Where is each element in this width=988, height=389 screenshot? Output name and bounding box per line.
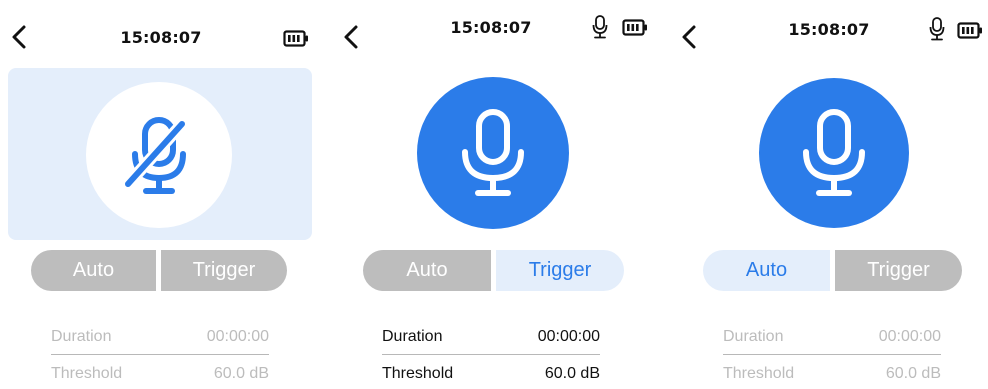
threshold-value: 60.0 dB [885, 365, 941, 382]
mic-status-card [8, 68, 312, 240]
mode-segmented-control: Auto Trigger [363, 250, 624, 291]
mic-record-button[interactable] [759, 78, 909, 228]
mic-record-button[interactable] [417, 77, 569, 229]
duration-row: Duration 00:00:00 [723, 328, 941, 355]
battery-icon [283, 30, 308, 47]
back-arrow-icon[interactable] [10, 24, 28, 50]
mic-icon [592, 15, 608, 39]
duration-label: Duration [723, 328, 784, 345]
mic-icon [803, 109, 865, 196]
threshold-value: 60.0 dB [213, 365, 269, 382]
auto-mode-button[interactable]: Auto [363, 250, 491, 291]
threshold-label: Threshold [382, 365, 454, 382]
duration-value: 00:00:00 [537, 328, 600, 345]
auto-mode-button[interactable]: Auto [703, 250, 830, 291]
recorder-screen-muted: 15:08:07 Auto Trigger Duration 00:00:00 [0, 0, 330, 383]
threshold-label: Threshold [51, 365, 123, 382]
recorder-screen-auto: 15:08:07 Auto Trigger Duration 00:00:00 … [666, 0, 988, 383]
threshold-label: Threshold [723, 365, 795, 382]
status-time: 15:08:07 [450, 18, 532, 37]
back-arrow-icon[interactable] [342, 24, 360, 50]
duration-row: Duration 00:00:00 [51, 328, 269, 355]
status-time: 15:08:07 [788, 20, 870, 39]
trigger-mode-button[interactable]: Trigger [161, 250, 287, 291]
threshold-value: 60.0 dB [544, 365, 600, 382]
mic-icon [929, 17, 945, 41]
status-time: 15:08:07 [120, 28, 202, 47]
recording-stats: Duration 00:00:00 Threshold 60.0 dB [382, 328, 600, 389]
back-arrow-icon[interactable] [680, 24, 698, 50]
mic-off-icon [122, 117, 188, 194]
mode-segmented-control: Auto Trigger [703, 250, 962, 291]
trigger-mode-button[interactable]: Trigger [835, 250, 962, 291]
duration-label: Duration [51, 328, 112, 345]
recording-stats: Duration 00:00:00 Threshold 60.0 dB [723, 328, 941, 389]
auto-mode-button[interactable]: Auto [31, 250, 156, 291]
threshold-row: Threshold 60.0 dB [51, 365, 269, 389]
recording-stats: Duration 00:00:00 Threshold 60.0 dB [51, 328, 269, 389]
battery-icon [622, 19, 647, 36]
threshold-row: Threshold 60.0 dB [382, 365, 600, 389]
duration-label: Duration [382, 328, 443, 345]
battery-icon [957, 22, 982, 39]
threshold-row: Threshold 60.0 dB [723, 365, 941, 389]
duration-value: 00:00:00 [878, 328, 941, 345]
duration-value: 00:00:00 [206, 328, 269, 345]
mode-segmented-control: Auto Trigger [31, 250, 287, 291]
trigger-mode-button[interactable]: Trigger [496, 250, 624, 291]
mic-icon [462, 109, 524, 196]
duration-row: Duration 00:00:00 [382, 328, 600, 355]
recorder-screen-trigger: 15:08:07 Auto Trigger Duration 00:00:00 … [330, 0, 660, 383]
mic-toggle-button[interactable] [86, 82, 232, 228]
